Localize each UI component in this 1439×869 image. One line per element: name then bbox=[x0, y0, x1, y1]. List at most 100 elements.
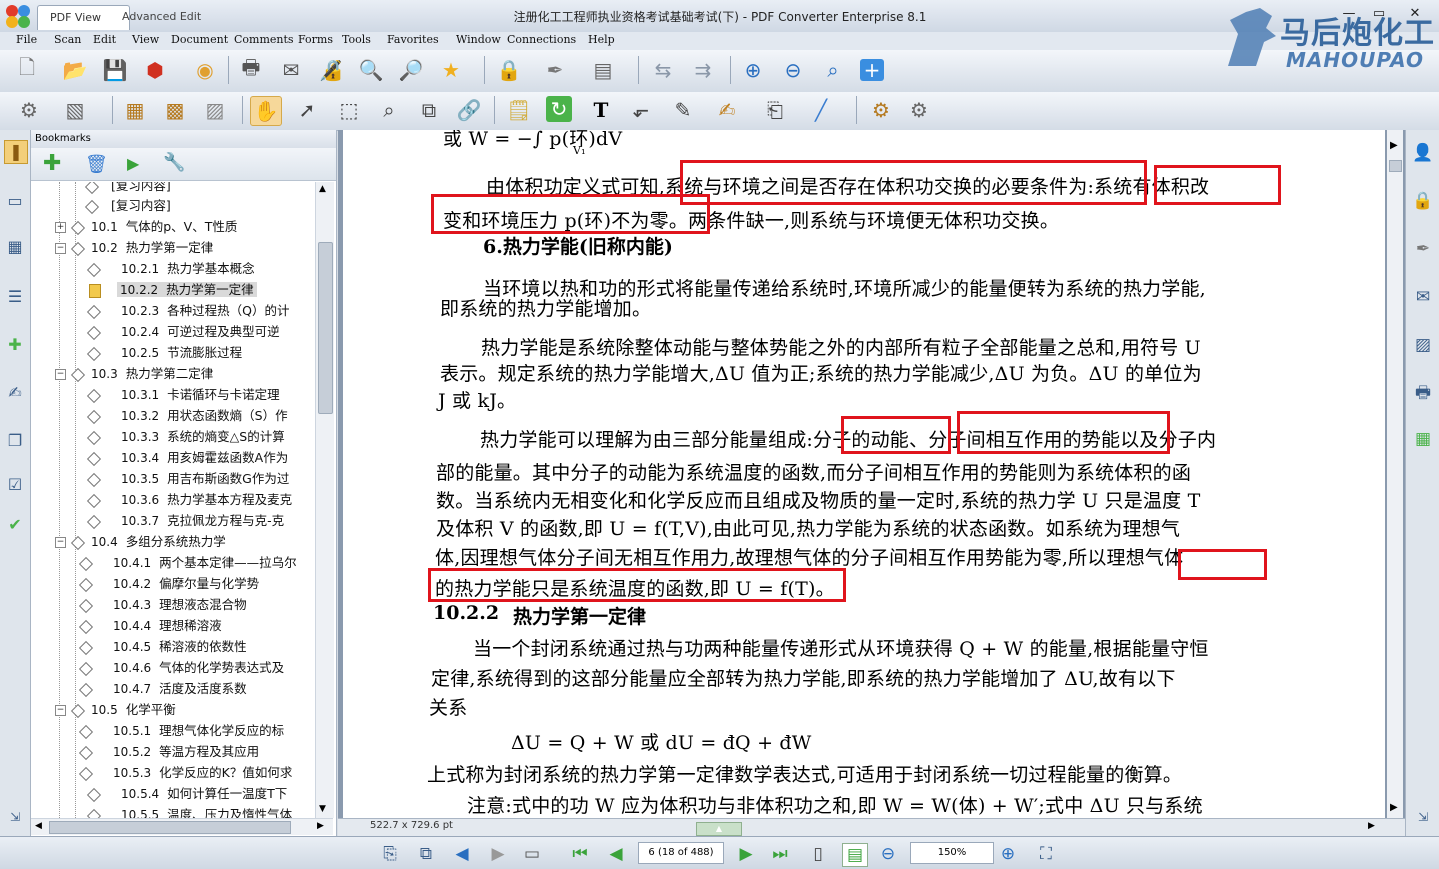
back-icon[interactable]: ◀ bbox=[450, 843, 474, 865]
magnifier-icon[interactable]: ⌕ bbox=[374, 96, 404, 124]
stamp-icon[interactable]: ⎗ bbox=[760, 96, 790, 124]
previous-page-icon[interactable]: ◀ bbox=[604, 843, 628, 865]
menu-help[interactable]: Help bbox=[588, 33, 615, 46]
fit-page-icon[interactable]: ⧉ bbox=[414, 843, 438, 865]
marquee-select-icon[interactable]: ⬚ bbox=[334, 96, 364, 124]
bookmark-item[interactable]: 10.3.7 克拉佩龙方程与克-克 bbox=[86, 511, 284, 531]
bookmark-item-selected[interactable]: 10.2.2 热力学第一定律 bbox=[89, 280, 257, 300]
menu-favorites[interactable]: Favorites bbox=[387, 33, 439, 46]
document-properties-icon[interactable]: ▤ bbox=[588, 56, 618, 84]
new-document-icon[interactable]: 🗋 bbox=[12, 55, 42, 84]
bookmark-item[interactable]: 10.3.6 热力学基本方程及麦克 bbox=[86, 490, 292, 510]
zoom-in-icon[interactable]: ⊕ bbox=[996, 843, 1020, 865]
bookmark-item[interactable]: [复习内容] bbox=[84, 196, 171, 216]
create-pdf-icon[interactable]: ◉ bbox=[190, 56, 220, 84]
collapse-strip-icon[interactable]: ⇲ bbox=[1412, 806, 1434, 828]
save-icon[interactable]: 💾 bbox=[100, 56, 130, 84]
bookmark-item[interactable]: 10.3.1 卡诺循环与卡诺定理 bbox=[86, 385, 280, 405]
bookmark-item[interactable]: [复习内容] bbox=[84, 182, 171, 196]
delete-bookmark-icon[interactable]: 🗑 bbox=[85, 154, 108, 175]
menu-file[interactable]: File bbox=[16, 33, 37, 46]
scroll-left-arrow-icon[interactable]: ◀ bbox=[35, 821, 42, 831]
bookmark-item[interactable]: 10.5.3 化学反应的K？值如何求 bbox=[78, 763, 292, 783]
form-fields-panel-icon[interactable]: ☑ bbox=[4, 474, 26, 496]
delete-pages-icon[interactable]: ▨ bbox=[200, 96, 230, 124]
fit-width-icon[interactable]: ▤ bbox=[842, 843, 868, 867]
add-bookmark-icon[interactable]: ✚ bbox=[43, 152, 61, 176]
menu-forms[interactable]: Forms bbox=[298, 33, 333, 46]
menu-connections[interactable]: Connections bbox=[507, 33, 576, 46]
user-account-icon[interactable]: 👤 bbox=[1412, 142, 1434, 164]
zoom-out-icon[interactable]: ⊖ bbox=[778, 56, 808, 84]
lock-icon[interactable]: 🔒 bbox=[1412, 190, 1434, 212]
crop-icon[interactable]: ⧉ bbox=[414, 96, 444, 124]
highlight-icon[interactable]: ✍ bbox=[712, 96, 742, 124]
first-page-icon[interactable]: ⏮ bbox=[568, 843, 592, 865]
menu-edit[interactable]: Edit bbox=[93, 33, 116, 46]
zoom-tool-icon[interactable]: ⌕ bbox=[818, 56, 848, 84]
redo-arrows-icon[interactable]: ⇉ bbox=[688, 56, 718, 84]
sticky-note-icon[interactable]: 🗒 bbox=[504, 96, 534, 124]
bookmark-item[interactable]: 10.4.3 理想液态混合物 bbox=[78, 595, 247, 615]
page-mode-icon[interactable]: ▭ bbox=[520, 843, 544, 865]
comments-list-icon[interactable]: ☰ bbox=[4, 286, 26, 308]
layers-panel-icon[interactable]: ▦ bbox=[4, 236, 26, 258]
pages-panel-icon[interactable]: ▭ bbox=[4, 190, 26, 212]
security-icon[interactable]: 🔏 bbox=[316, 56, 346, 84]
bookmark-chapter[interactable]: −10.4 多组分系统热力学 bbox=[55, 532, 226, 552]
search-icon[interactable]: 🔍 bbox=[356, 56, 386, 84]
bookmark-chapter[interactable]: −10.5 化学平衡 bbox=[55, 700, 176, 720]
select-arrow-icon[interactable]: ➚ bbox=[292, 96, 322, 124]
hand-tool-icon[interactable]: ✋ bbox=[250, 96, 282, 126]
bookmarks-horizontal-scrollbar[interactable]: ◀ ▶ bbox=[31, 818, 333, 835]
scroll-right-arrow-icon[interactable]: ▶ bbox=[317, 821, 324, 831]
zoom-in-icon[interactable]: ⊕ bbox=[738, 56, 768, 84]
print-icon[interactable]: 🖶 bbox=[236, 55, 266, 84]
app-logo-icon[interactable] bbox=[4, 3, 32, 29]
open-folder-icon[interactable]: 📂 bbox=[60, 56, 90, 84]
page-layout-icon[interactable]: ▧ bbox=[60, 96, 90, 124]
collapse-strip-icon[interactable]: ⇲ bbox=[4, 806, 26, 828]
batch-process-icon[interactable]: ⚙ bbox=[904, 96, 934, 124]
single-page-icon[interactable]: ▯ bbox=[806, 843, 830, 865]
scroll-up-arrow-icon[interactable]: ▶ bbox=[1390, 140, 1398, 151]
fullscreen-icon[interactable]: ⛶ bbox=[1034, 843, 1058, 865]
advanced-search-icon[interactable]: 🔎 bbox=[396, 56, 426, 84]
grid-view-icon[interactable]: ▦ bbox=[1412, 428, 1434, 450]
bookmark-options-icon[interactable]: 🔧 bbox=[163, 152, 185, 173]
bookmark-item[interactable]: 10.4.4 理想稀溶液 bbox=[78, 616, 222, 636]
go-to-bookmark-icon[interactable]: ▶ bbox=[127, 154, 139, 173]
bookmark-chapter[interactable]: −10.2 热力学第一定律 bbox=[55, 238, 213, 258]
check-panel-icon[interactable]: ✔ bbox=[4, 514, 26, 536]
line-tool-icon[interactable]: ╱ bbox=[806, 96, 836, 124]
highlight-box[interactable] bbox=[957, 411, 1170, 454]
print-preview-icon[interactable]: 🖶 bbox=[1412, 382, 1434, 404]
bookmark-item[interactable]: 10.2.4 可逆过程及典型可逆 bbox=[86, 322, 280, 342]
menu-document[interactable]: Document bbox=[171, 33, 228, 46]
pattern-icon[interactable]: ▨ bbox=[1412, 334, 1434, 356]
document-vertical-scrollbar[interactable]: ▶ ▶ bbox=[1387, 130, 1403, 818]
bookmark-item[interactable]: 10.4.5 稀溶液的依数性 bbox=[78, 637, 247, 657]
next-page-icon[interactable]: ▶ bbox=[734, 843, 758, 865]
pen-icon[interactable]: ✒ bbox=[1412, 238, 1434, 260]
scrollbar-thumb[interactable] bbox=[1389, 160, 1402, 172]
tab-advanced-edit[interactable]: Advanced Edit bbox=[110, 5, 224, 29]
menu-window[interactable]: Window bbox=[456, 33, 501, 46]
settings-gear-icon[interactable]: ⚙ bbox=[14, 96, 44, 124]
scroll-up-arrow-icon[interactable]: ▲ bbox=[319, 184, 326, 194]
scroll-down-arrow-icon[interactable]: ▼ bbox=[319, 804, 326, 814]
bookmark-item[interactable]: 10.2.1 热力学基本概念 bbox=[86, 259, 255, 279]
attachments-panel-icon[interactable]: ❐ bbox=[4, 430, 26, 452]
bookmarks-panel-icon[interactable]: ❚ bbox=[4, 140, 28, 164]
signatures-panel-icon[interactable]: ✍ bbox=[4, 382, 26, 404]
bookmark-item[interactable]: 10.3.4 用亥姆霍兹函数A作为 bbox=[86, 448, 288, 468]
last-page-icon[interactable]: ⏭ bbox=[768, 843, 792, 865]
bookmarks-vertical-scrollbar[interactable]: ▲ ▼ bbox=[315, 182, 334, 818]
bookmark-item[interactable]: 10.3.5 用吉布斯函数G作为过 bbox=[86, 469, 289, 489]
highlight-box[interactable] bbox=[431, 194, 710, 234]
scroll-center-handle[interactable]: ▲ bbox=[696, 822, 742, 836]
highlight-box[interactable] bbox=[1154, 165, 1281, 205]
bookmark-item[interactable]: 10.5.4 如何计算任一温度T下 bbox=[86, 784, 287, 804]
tags-panel-icon[interactable]: ✚ bbox=[4, 334, 26, 356]
bookmark-item[interactable]: 10.2.3 各种过程热（Q）的计 bbox=[86, 301, 290, 321]
